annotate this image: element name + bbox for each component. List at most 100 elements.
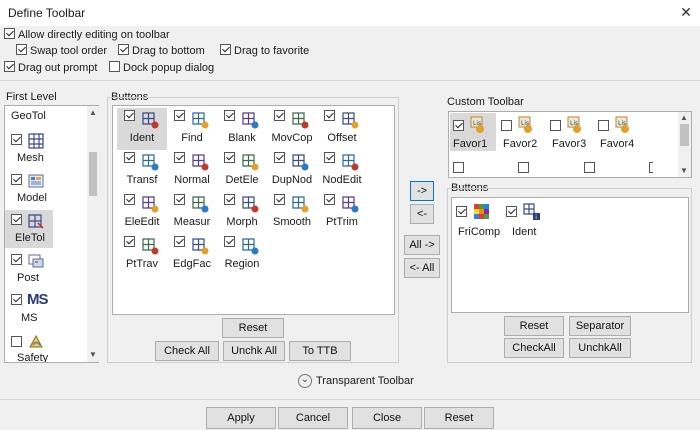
tool-checkbox[interactable] (224, 152, 235, 163)
favorite-checkbox[interactable] (453, 120, 464, 131)
close-icon[interactable]: ✕ (676, 2, 696, 22)
tool-item-transf[interactable]: Transf (117, 150, 167, 192)
apply-button[interactable]: Apply (206, 407, 276, 429)
buttons-reset-button[interactable]: Reset (222, 318, 284, 338)
first-level-item-ms[interactable]: MS MS (5, 290, 87, 328)
tool-item-ident[interactable]: Ident (117, 108, 167, 150)
tool-checkbox[interactable] (124, 110, 135, 121)
first-level-item-geotol[interactable]: GeoTol (11, 110, 46, 122)
tool-item-nodedit[interactable]: NodEdit (317, 150, 367, 192)
favorite-item-favor3[interactable]: Lis Favor3 (550, 116, 594, 150)
add-button[interactable]: -> (410, 181, 434, 201)
first-level-item-checkbox[interactable] (11, 174, 22, 185)
first-level-item-mesh[interactable]: Mesh (5, 130, 87, 168)
tool-checkbox[interactable] (124, 236, 135, 247)
tool-checkbox[interactable] (324, 110, 335, 121)
tool-item-detele[interactable]: DetEle (217, 150, 267, 192)
first-level-item-checkbox[interactable] (11, 294, 22, 305)
first-level-item-checkbox[interactable] (11, 254, 22, 265)
tool-item-measur[interactable]: Measur (167, 192, 217, 234)
allow-direct-edit-option[interactable]: Allow directly editing on toolbar (4, 28, 170, 41)
favorite-checkbox[interactable] (501, 120, 512, 131)
favorite-checkbox[interactable] (584, 162, 596, 173)
tool-item-blank[interactable]: Blank (217, 108, 267, 150)
favorite-item-favor1[interactable]: Lis Favor1 (453, 116, 497, 150)
first-level-scrollbar[interactable]: ▲ ▼ (87, 106, 99, 362)
tool-checkbox[interactable] (274, 110, 285, 121)
tool-item-movcop[interactable]: MovCop (267, 108, 317, 150)
first-level-item-safety[interactable]: Safety (5, 330, 87, 362)
tool-item-normal[interactable]: Normal (167, 150, 217, 192)
favorite-item-favor2[interactable]: Lis Favor2 (501, 116, 545, 150)
tool-checkbox[interactable] (224, 110, 235, 121)
drag-to-favorite-checkbox[interactable] (220, 44, 231, 55)
favorite-checkbox[interactable] (550, 120, 561, 131)
tool-checkbox[interactable] (174, 110, 185, 121)
tool-item-region[interactable]: Region (217, 234, 267, 276)
tool-item-pttrav[interactable]: PtTrav (117, 234, 167, 276)
tool-item-edgfac[interactable]: EdgFac (167, 234, 217, 276)
tool-checkbox[interactable] (174, 194, 185, 205)
custom-reset-button[interactable]: Reset (504, 316, 564, 336)
favorites-scroll-thumb[interactable] (680, 124, 689, 146)
first-level-item-checkbox[interactable] (11, 134, 22, 145)
tool-checkbox[interactable] (324, 194, 335, 205)
first-level-list[interactable]: GeoTol Mesh Model EleTol Post MS MS Safe… (4, 105, 99, 363)
custom-button-checkbox[interactable] (506, 206, 517, 217)
transparent-toolbar-label[interactable]: Transparent Toolbar (316, 375, 414, 387)
tool-checkbox[interactable] (174, 236, 185, 247)
scroll-up-icon[interactable]: ▲ (88, 108, 98, 117)
tool-item-dupnod[interactable]: DupNod (267, 150, 317, 192)
uncheck-all-button[interactable]: Unchk All (223, 341, 285, 361)
tool-item-offset[interactable]: Offset (317, 108, 367, 150)
reset-button[interactable]: Reset (424, 407, 494, 429)
custom-button-checkbox[interactable] (456, 206, 467, 217)
swap-tool-order-checkbox[interactable] (16, 44, 27, 55)
first-level-item-post[interactable]: Post (5, 250, 87, 288)
remove-all-button[interactable]: <- All (404, 258, 440, 278)
custom-check-all-button[interactable]: CheckAll (504, 338, 564, 358)
tool-item-morph[interactable]: Morph (217, 192, 267, 234)
custom-buttons-panel[interactable]: FriComp i Ident (451, 197, 689, 313)
drag-to-bottom-checkbox[interactable] (118, 44, 129, 55)
tool-checkbox[interactable] (224, 236, 235, 247)
drag-out-prompt-checkbox[interactable] (4, 61, 15, 72)
dock-popup-dialog-checkbox[interactable] (109, 61, 120, 72)
first-level-item-eletol[interactable]: EleTol (5, 210, 53, 248)
close-button[interactable]: Close (352, 407, 422, 429)
remove-button[interactable]: <- (410, 204, 434, 224)
favorite-checkbox[interactable] (518, 162, 530, 173)
custom-uncheck-all-button[interactable]: UnchkAll (569, 338, 631, 358)
tool-item-find[interactable]: Find (167, 108, 217, 150)
to-ttb-button[interactable]: To TTB (289, 341, 351, 361)
tool-checkbox[interactable] (274, 194, 285, 205)
tool-checkbox[interactable] (324, 152, 335, 163)
tool-item-pttrim[interactable]: PtTrim (317, 192, 367, 234)
drag-out-prompt-option[interactable]: Drag out prompt (4, 61, 97, 74)
tool-checkbox[interactable] (274, 152, 285, 163)
favorite-checkbox[interactable] (649, 162, 653, 173)
dock-popup-dialog-option[interactable]: Dock popup dialog (109, 61, 214, 74)
tool-checkbox[interactable] (224, 194, 235, 205)
favorites-scrollbar[interactable]: ▲ ▼ (678, 112, 691, 177)
scroll-down-icon[interactable]: ▼ (679, 166, 689, 175)
tool-item-smooth[interactable]: Smooth (267, 192, 317, 234)
drag-to-bottom-option[interactable]: Drag to bottom (118, 44, 205, 57)
drag-to-favorite-option[interactable]: Drag to favorite (220, 44, 309, 57)
check-all-button[interactable]: Check All (155, 341, 219, 361)
favorite-checkbox[interactable] (453, 162, 464, 173)
swap-tool-order-option[interactable]: Swap tool order (16, 44, 107, 57)
first-level-item-model[interactable]: Model (5, 170, 87, 208)
first-level-scroll-thumb[interactable] (89, 152, 97, 196)
favorite-item-favor4[interactable]: Lis Favor4 (598, 116, 642, 150)
favorites-list[interactable]: Lis Favor1 Lis Favor2 Lis Favor3 Lis Fav… (448, 111, 692, 178)
scroll-down-icon[interactable]: ▼ (88, 350, 98, 359)
first-level-item-checkbox[interactable] (11, 214, 22, 225)
favorite-checkbox[interactable] (598, 120, 609, 131)
custom-button-fricomp[interactable]: FriComp (456, 202, 506, 242)
tool-checkbox[interactable] (174, 152, 185, 163)
tool-checkbox[interactable] (124, 194, 135, 205)
chevron-down-icon[interactable]: ⌄ (298, 374, 312, 388)
first-level-item-checkbox[interactable] (11, 336, 22, 347)
allow-direct-edit-checkbox[interactable] (4, 28, 15, 39)
